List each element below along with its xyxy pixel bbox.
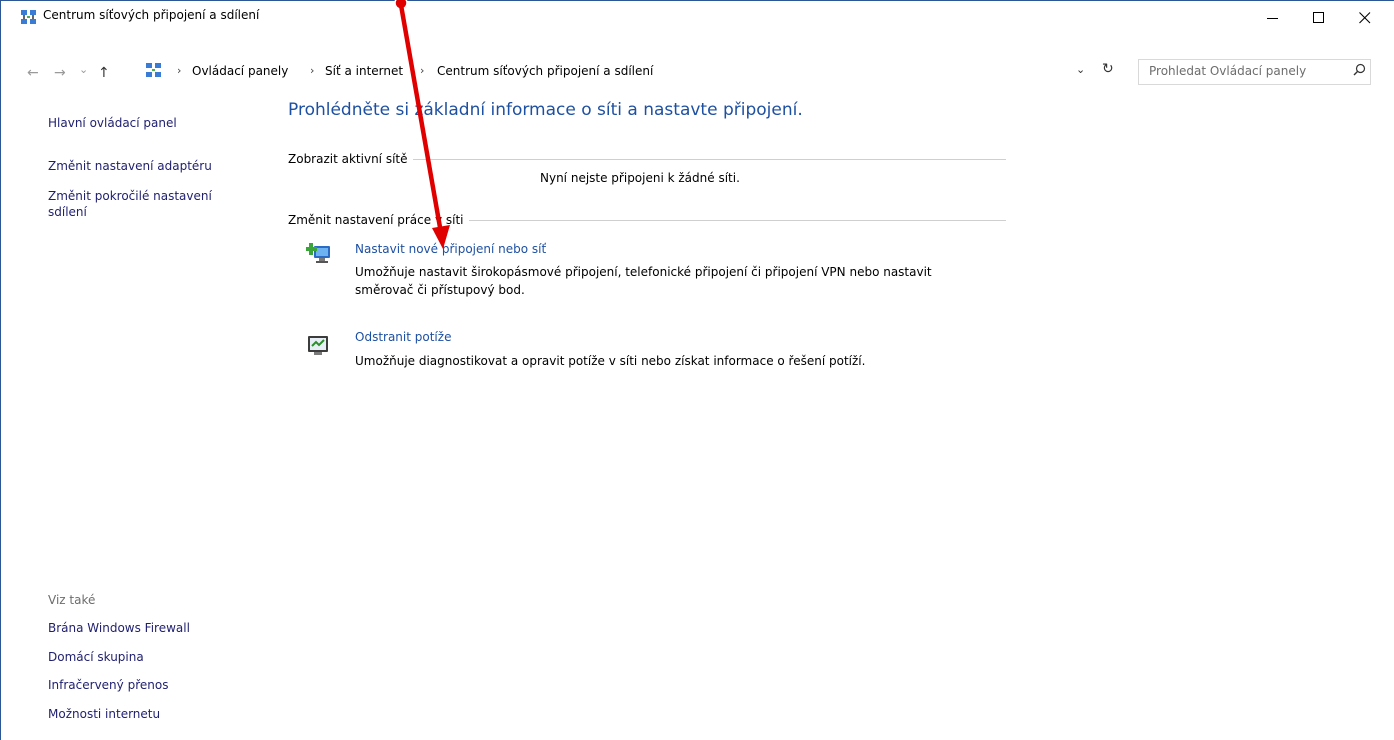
link-main-control-panel[interactable]: Hlavní ovládací panel [48,116,177,130]
description-line: směrovač či přístupový bod. [355,283,525,297]
minimize-button[interactable] [1250,1,1296,34]
breadcrumb-separator[interactable]: › [310,64,314,77]
task-troubleshoot[interactable]: Odstranit potíže [355,330,451,344]
description-line: Umožňuje nastavit širokopásmové připojen… [355,265,932,279]
address-dropdown-button[interactable]: ⌄ [1076,63,1085,76]
close-icon [1359,11,1371,23]
up-button[interactable]: ↑ [98,65,110,81]
link-windows-firewall[interactable]: Brána Windows Firewall [48,621,190,635]
link-infrared[interactable]: Infračervený přenos [48,678,168,692]
maximize-icon [1313,11,1324,23]
title-bar[interactable]: Centrum síťových připojení a sdílení [1,1,1394,34]
breadcrumb-separator[interactable]: › [420,64,424,77]
troubleshoot-icon [308,336,328,355]
link-advanced-sharing-settings-line2[interactable]: sdílení [48,205,87,219]
link-advanced-sharing-settings[interactable]: Změnit pokročilé nastavení [48,189,212,203]
link-change-adapter-settings[interactable]: Změnit nastavení adaptéru [48,159,212,173]
search-icon[interactable] [1353,63,1366,76]
breadcrumb-sit-a-internet[interactable]: Síť a internet [325,64,403,78]
link-internet-options[interactable]: Možnosti internetu [48,707,160,721]
see-also-heading: Viz také [48,593,96,607]
recent-locations-button[interactable]: ⌄ [79,63,88,76]
breadcrumb-ovladaci-panely[interactable]: Ovládací panely [192,64,288,78]
forward-button[interactable]: → [54,65,66,81]
no-network-message: Nyní nejste připojeni k žádné síti. [540,171,740,185]
maximize-button[interactable] [1296,1,1342,34]
description-line: Umožňuje diagnostikovat a opravit potíže… [355,354,866,368]
task-setup-new-connection[interactable]: Nastavit nové připojení nebo síť [355,242,546,256]
new-connection-icon [306,243,330,263]
search-placeholder: Prohledat Ovládací panely [1149,64,1307,78]
section-change-settings-title: Změnit nastavení práce v síti [288,213,469,227]
control-panel-window: Centrum síťových připojení a sdílení ← →… [0,0,1394,740]
refresh-button[interactable]: ↻ [1102,61,1114,77]
link-homegroup[interactable]: Domácí skupina [48,650,144,664]
control-panel-location-icon [146,63,161,77]
section-active-networks-title: Zobrazit aktivní sítě [288,152,413,166]
close-button[interactable] [1342,1,1388,34]
page-title: Prohlédněte si základní informace o síti… [288,100,803,120]
network-center-app-icon [21,10,36,24]
window-title: Centrum síťových připojení a sdílení [43,8,260,22]
breadcrumb-current[interactable]: Centrum síťových připojení a sdílení [437,64,653,78]
task-setup-new-connection-description: Umožňuje nastavit širokopásmové připojen… [355,263,1005,299]
breadcrumb-separator[interactable]: › [177,64,181,77]
task-troubleshoot-description: Umožňuje diagnostikovat a opravit potíže… [355,352,1005,370]
minimize-icon [1267,17,1278,19]
back-button[interactable]: ← [27,65,39,81]
